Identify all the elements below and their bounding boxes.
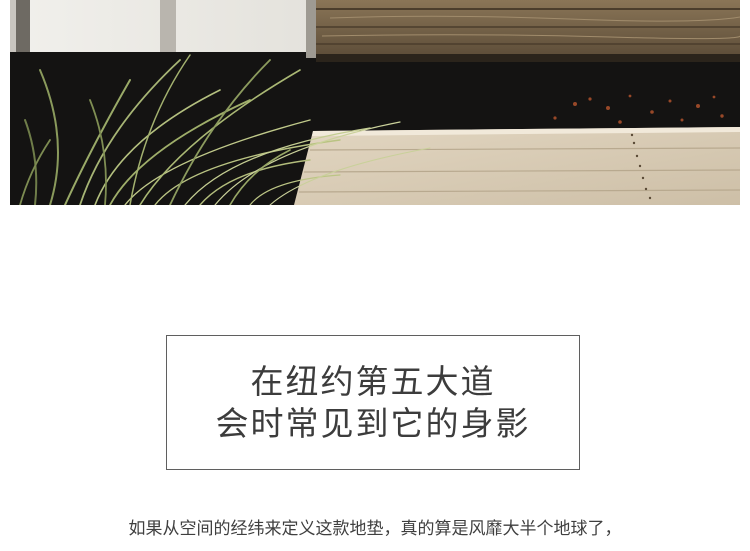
- hero-photo: [10, 0, 740, 205]
- body-paragraph: 如果从空间的经纬来定义这款地垫，真的算是风靡大半个地球了，: [128, 519, 622, 539]
- headline-line-2: 会时常见到它的身影: [215, 403, 531, 443]
- headline-box: 在纽约第五大道 会时常见到它的身影: [166, 335, 580, 470]
- headline-line-1: 在纽约第五大道: [250, 361, 496, 401]
